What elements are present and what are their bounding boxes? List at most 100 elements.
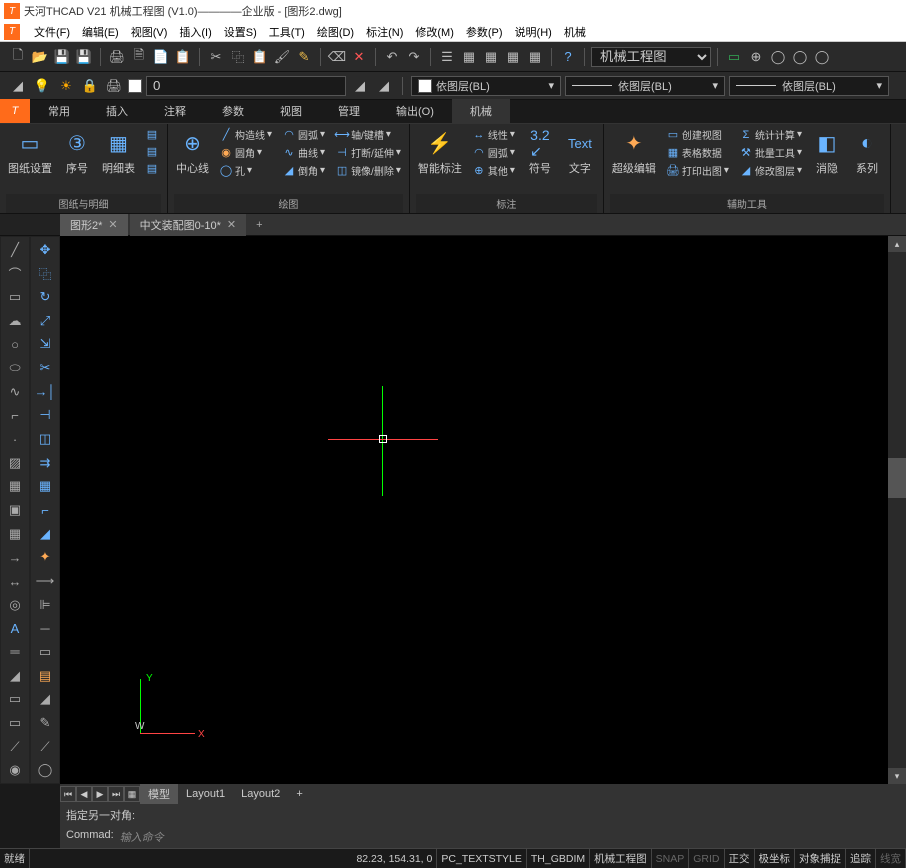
edit-b-icon[interactable]: ▤ (33, 665, 57, 687)
layer-prev-icon[interactable]: ◢ (350, 76, 370, 96)
copy-icon[interactable]: ⿻ (33, 263, 57, 285)
table-icon[interactable]: ▦ (3, 523, 27, 545)
edit-c-icon[interactable]: ◢ (33, 688, 57, 710)
point-icon[interactable]: · (3, 428, 27, 450)
bom-button[interactable]: ▦明细表 (100, 126, 137, 178)
rect-icon[interactable]: ▭ (724, 47, 744, 67)
paste-icon[interactable]: 📋 (250, 47, 270, 67)
status-track[interactable]: 追踪 (846, 849, 876, 868)
menu-edit[interactable]: 编辑(E) (76, 24, 125, 40)
hatch-icon[interactable]: ▨ (3, 452, 27, 474)
bom-opt1[interactable]: ▤ (143, 126, 161, 142)
menu-insert[interactable]: 插入(I) (173, 24, 217, 40)
grid4-icon[interactable]: ▦ (525, 47, 545, 67)
grid3-icon[interactable]: ▦ (503, 47, 523, 67)
circle-a-icon[interactable]: ◯ (768, 47, 788, 67)
help-icon[interactable]: ? (558, 47, 578, 67)
brush-icon[interactable]: ✎ (294, 47, 314, 67)
extend-icon[interactable]: →│ (33, 381, 57, 403)
menu-help[interactable]: 说明(H) (509, 24, 558, 40)
workspace-select[interactable]: 机械工程图 (591, 47, 711, 67)
command-line[interactable]: Commad: 输入命令 (60, 826, 906, 848)
ribbon-tab-view[interactable]: 视图 (262, 99, 320, 123)
menu-mech[interactable]: 机械 (558, 24, 592, 40)
status-workspace[interactable]: 机械工程图 (590, 849, 652, 868)
ribbon-tab-manage[interactable]: 管理 (320, 99, 378, 123)
ribbon-tab-insert[interactable]: 插入 (88, 99, 146, 123)
tool-b-icon[interactable]: ▭ (3, 688, 27, 710)
hole-button[interactable]: ◯孔▾ (217, 162, 274, 179)
ribbon-tab-annotate[interactable]: 注释 (146, 99, 204, 123)
scroll-thumb[interactable] (888, 458, 906, 498)
bulb-icon[interactable]: 💡 (32, 76, 52, 96)
target-icon[interactable]: ⊕ (746, 47, 766, 67)
revcloud-icon[interactable]: ☁ (3, 310, 27, 332)
text-button[interactable]: Text文字 (563, 126, 597, 178)
balloon-button[interactable]: ③序号 (60, 126, 94, 178)
fillet-button[interactable]: ◉圆角▾ (217, 144, 274, 161)
doc-tab-1[interactable]: 图形2*✕ (60, 214, 128, 236)
close-tab-icon[interactable]: ✕ (108, 218, 117, 231)
array-icon[interactable]: ▦ (33, 476, 57, 498)
mline-icon[interactable]: ═ (3, 641, 27, 663)
export-icon[interactable]: 📋 (173, 47, 193, 67)
new-tab-button[interactable]: + (248, 216, 270, 234)
stretch-icon[interactable]: ⇲ (33, 334, 57, 356)
tool-a-icon[interactable]: ◢ (3, 665, 27, 687)
circle-c-icon[interactable]: ◯ (812, 47, 832, 67)
status-textstyle[interactable]: PC_TEXTSTYLE (437, 849, 527, 868)
menu-tools[interactable]: 工具(T) (263, 24, 311, 40)
linear-button[interactable]: ↔线性▾ (470, 126, 517, 143)
trim-icon[interactable]: ✂ (33, 357, 57, 379)
move-icon[interactable]: ✥ (33, 239, 57, 261)
chamfer-icon[interactable]: ◢ (33, 523, 57, 545)
ribbon-tab-param[interactable]: 参数 (204, 99, 262, 123)
break-button[interactable]: ⊣打断/延伸▾ (333, 144, 403, 161)
superedit-button[interactable]: ✦超级编辑 (610, 126, 658, 178)
menu-dimension[interactable]: 标注(N) (360, 24, 409, 40)
explode-icon[interactable]: ✦ (33, 547, 57, 569)
offset-icon[interactable]: ⇉ (33, 452, 57, 474)
last-layout-icon[interactable]: ⏭ (108, 786, 124, 802)
chamfer-button[interactable]: ◢倒角▾ (280, 162, 327, 179)
scroll-down-icon[interactable]: ▾ (888, 768, 906, 784)
menu-file[interactable]: 文件(F) (28, 24, 76, 40)
close-tab-icon[interactable]: ✕ (227, 218, 236, 231)
edit-a-icon[interactable]: ▭ (33, 641, 57, 663)
lock-icon[interactable]: 🔒 (80, 76, 100, 96)
vertical-scrollbar[interactable]: ▴ ▾ (888, 236, 906, 784)
cut-icon[interactable]: ✂ (206, 47, 226, 67)
shaft-button[interactable]: ⟷轴/键槽▾ (333, 126, 403, 143)
lineweight-select[interactable]: 依图层(BL)▾ (729, 76, 889, 96)
edit-e-icon[interactable]: ⟋ (33, 736, 57, 758)
sun-icon[interactable]: ☀ (56, 76, 76, 96)
color-select[interactable]: 依图层(BL)▾ (411, 76, 561, 96)
ray-icon[interactable]: → (3, 547, 27, 569)
menu-settings[interactable]: 设置S) (218, 24, 263, 40)
undo-icon[interactable]: ↶ (382, 47, 402, 67)
bom-opt2[interactable]: ▤ (143, 143, 161, 159)
new-icon[interactable]: 🗋 (8, 47, 28, 67)
status-dimstyle[interactable]: TH_GBDIM (527, 849, 590, 868)
tabledata-button[interactable]: ▦表格数据 (664, 144, 731, 161)
plot-icon[interactable]: 🖨 (104, 76, 124, 96)
publish-icon[interactable]: 📄 (151, 47, 171, 67)
break-icon[interactable]: ⊣ (33, 405, 57, 427)
status-grid[interactable]: GRID (689, 849, 724, 868)
mtext-icon[interactable]: A (3, 618, 27, 640)
arc-button[interactable]: ◠圆弧▾ (280, 126, 327, 143)
prev-layout-icon[interactable]: ◀ (76, 786, 92, 802)
print-icon[interactable]: 🖨 (107, 47, 127, 67)
curve-button[interactable]: ∿曲线▾ (280, 144, 327, 161)
hide-button[interactable]: ◧消隐 (810, 126, 844, 178)
open-icon[interactable]: 📂 (30, 47, 50, 67)
rotate-icon[interactable]: ↻ (33, 286, 57, 308)
layout1-tab[interactable]: Layout1 (178, 786, 233, 802)
first-layout-icon[interactable]: ⏮ (60, 786, 76, 802)
mirror-icon[interactable]: ◫ (33, 428, 57, 450)
delete-icon[interactable]: ✕ (349, 47, 369, 67)
modlayer-button[interactable]: ◢修改图层▾ (737, 162, 804, 179)
status-lineweight[interactable]: 线宽 (876, 849, 906, 868)
mirror-button[interactable]: ◫镜像/删除▾ (333, 162, 403, 179)
tool-c-icon[interactable]: ▭ (3, 712, 27, 734)
